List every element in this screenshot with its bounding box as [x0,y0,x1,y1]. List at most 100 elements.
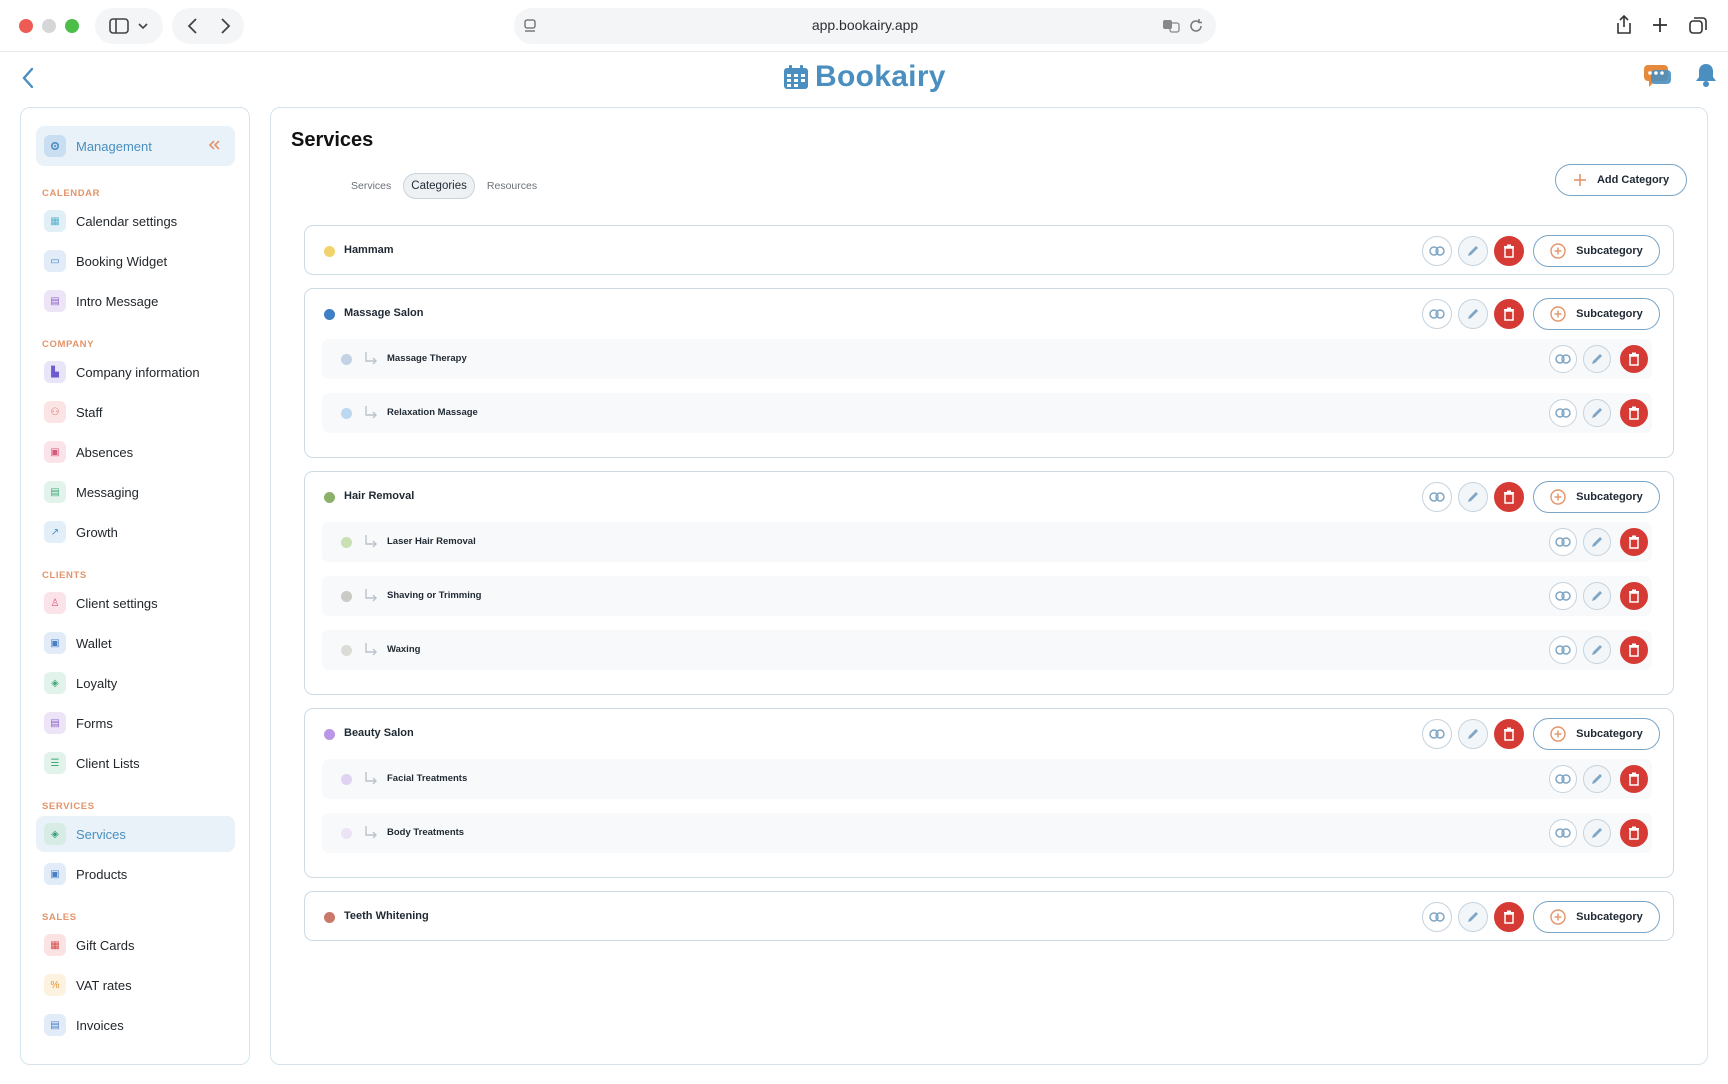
sidebar-item-growth[interactable]: ↗ Growth [36,514,235,550]
back-forward-icon[interactable] [180,17,236,35]
subcategory-arrow-icon [363,824,379,845]
subcategory-color-dot [341,354,352,365]
copy-link-button[interactable] [1422,902,1452,932]
translate-icon[interactable] [1162,18,1180,34]
sidebar-item-client-lists[interactable]: ☰ Client Lists [36,745,235,781]
delete-subcategory-button[interactable] [1620,819,1648,847]
tab-categories[interactable]: Categories [403,173,475,199]
delete-category-button[interactable] [1494,902,1524,932]
delete-subcategory-button[interactable] [1620,528,1648,556]
edit-subcategory-button[interactable] [1583,582,1611,610]
tab-services[interactable]: Services [343,173,399,199]
plus-circle-icon [1550,243,1566,259]
copy-link-button[interactable] [1422,299,1452,329]
delete-subcategory-button[interactable] [1620,636,1648,664]
edit-category-button[interactable] [1458,236,1488,266]
copy-link-button[interactable] [1549,636,1577,664]
notification-bell-icon[interactable] [1694,62,1718,88]
category-name: Hammam [344,244,394,256]
delete-category-button[interactable] [1494,482,1524,512]
calendar-off-icon: ▣ [44,441,66,463]
sidebar-item-loyalty[interactable]: ◈ Loyalty [36,665,235,701]
copy-link-button[interactable] [1549,765,1577,793]
delete-subcategory-button[interactable] [1620,399,1648,427]
app-logo[interactable]: Bookairy [783,60,946,94]
copy-link-button[interactable] [1422,719,1452,749]
edit-subcategory-button[interactable] [1583,399,1611,427]
sidebar-item-vat-rates[interactable]: % VAT rates [36,967,235,1003]
add-subcategory-button[interactable]: Subcategory [1533,235,1660,267]
delete-category-button[interactable] [1494,236,1524,266]
edit-category-button[interactable] [1458,299,1488,329]
subcategory-actions [1549,399,1648,427]
sidebar-toggle-button[interactable] [95,8,163,44]
subcategory-label: Subcategory [1576,245,1643,257]
edit-subcategory-button[interactable] [1583,345,1611,373]
back-arrow-icon[interactable] [20,66,36,90]
management-header[interactable]: Management [36,126,235,166]
tab-resources[interactable]: Resources [479,173,545,199]
subcategory-actions [1549,636,1648,664]
sidebar-item-calendar-settings[interactable]: ▦ Calendar settings [36,203,235,239]
trash-icon [1504,244,1514,258]
app-header: Bookairy [0,53,1728,103]
messages-icon[interactable] [1643,63,1673,89]
reload-icon[interactable] [1188,18,1204,34]
sidebar-item-services[interactable]: ◈ Services [36,816,235,852]
edit-subcategory-button[interactable] [1583,819,1611,847]
sidebar-item-absences[interactable]: ▣ Absences [36,434,235,470]
zoom-window-button[interactable] [65,19,79,33]
category-row: Hammam Subcategory [305,226,1673,276]
copy-link-button[interactable] [1549,819,1577,847]
close-window-button[interactable] [19,19,33,33]
plus-circle-icon [1550,726,1566,742]
delete-category-button[interactable] [1494,299,1524,329]
tag-icon: ◈ [44,672,66,694]
sidebar-item-company-information[interactable]: ▙ Company information [36,354,235,390]
sidebar-item-products[interactable]: ▣ Products [36,856,235,892]
add-category-button[interactable]: Add Category [1555,164,1687,196]
trash-icon [1629,406,1639,420]
edit-category-button[interactable] [1458,719,1488,749]
new-tab-icon[interactable] [1651,16,1669,34]
sidebar-item-wallet[interactable]: ▣ Wallet [36,625,235,661]
address-bar[interactable]: app.bookairy.app [514,8,1216,44]
minimize-window-button[interactable] [42,19,56,33]
tab-overview-icon[interactable] [1688,15,1708,35]
edit-category-button[interactable] [1458,902,1488,932]
plus-icon [1573,174,1586,186]
delete-subcategory-button[interactable] [1620,765,1648,793]
delete-subcategory-button[interactable] [1620,582,1648,610]
link-icon [1555,537,1571,547]
add-subcategory-button[interactable]: Subcategory [1533,481,1660,513]
sidebar-item-staff[interactable]: ⚇ Staff [36,394,235,430]
pencil-icon [1468,912,1478,922]
copy-link-button[interactable] [1549,582,1577,610]
copy-link-button[interactable] [1422,482,1452,512]
edit-category-button[interactable] [1458,482,1488,512]
category-card: Hammam Subcategory [304,225,1674,275]
sidebar: Management CALENDAR ▦ Calendar settings … [20,107,250,1065]
delete-category-button[interactable] [1494,719,1524,749]
add-subcategory-button[interactable]: Subcategory [1533,298,1660,330]
collapse-sidebar-icon[interactable] [207,138,221,152]
sidebar-item-invoices[interactable]: ▤ Invoices [36,1007,235,1043]
edit-subcategory-button[interactable] [1583,528,1611,556]
copy-link-button[interactable] [1422,236,1452,266]
invoice-icon: ▤ [44,1014,66,1036]
edit-subcategory-button[interactable] [1583,636,1611,664]
share-icon[interactable] [1614,14,1634,36]
delete-subcategory-button[interactable] [1620,345,1648,373]
sidebar-item-messaging[interactable]: ▤ Messaging [36,474,235,510]
edit-subcategory-button[interactable] [1583,765,1611,793]
sidebar-item-booking-widget[interactable]: ▭ Booking Widget [36,243,235,279]
add-subcategory-button[interactable]: Subcategory [1533,901,1660,933]
sidebar-item-gift-cards[interactable]: ▦ Gift Cards [36,927,235,963]
sidebar-item-forms[interactable]: ▤ Forms [36,705,235,741]
copy-link-button[interactable] [1549,345,1577,373]
copy-link-button[interactable] [1549,399,1577,427]
copy-link-button[interactable] [1549,528,1577,556]
sidebar-item-client-settings[interactable]: ♙ Client settings [36,585,235,621]
add-subcategory-button[interactable]: Subcategory [1533,718,1660,750]
sidebar-item-intro-message[interactable]: ▤ Intro Message [36,283,235,319]
